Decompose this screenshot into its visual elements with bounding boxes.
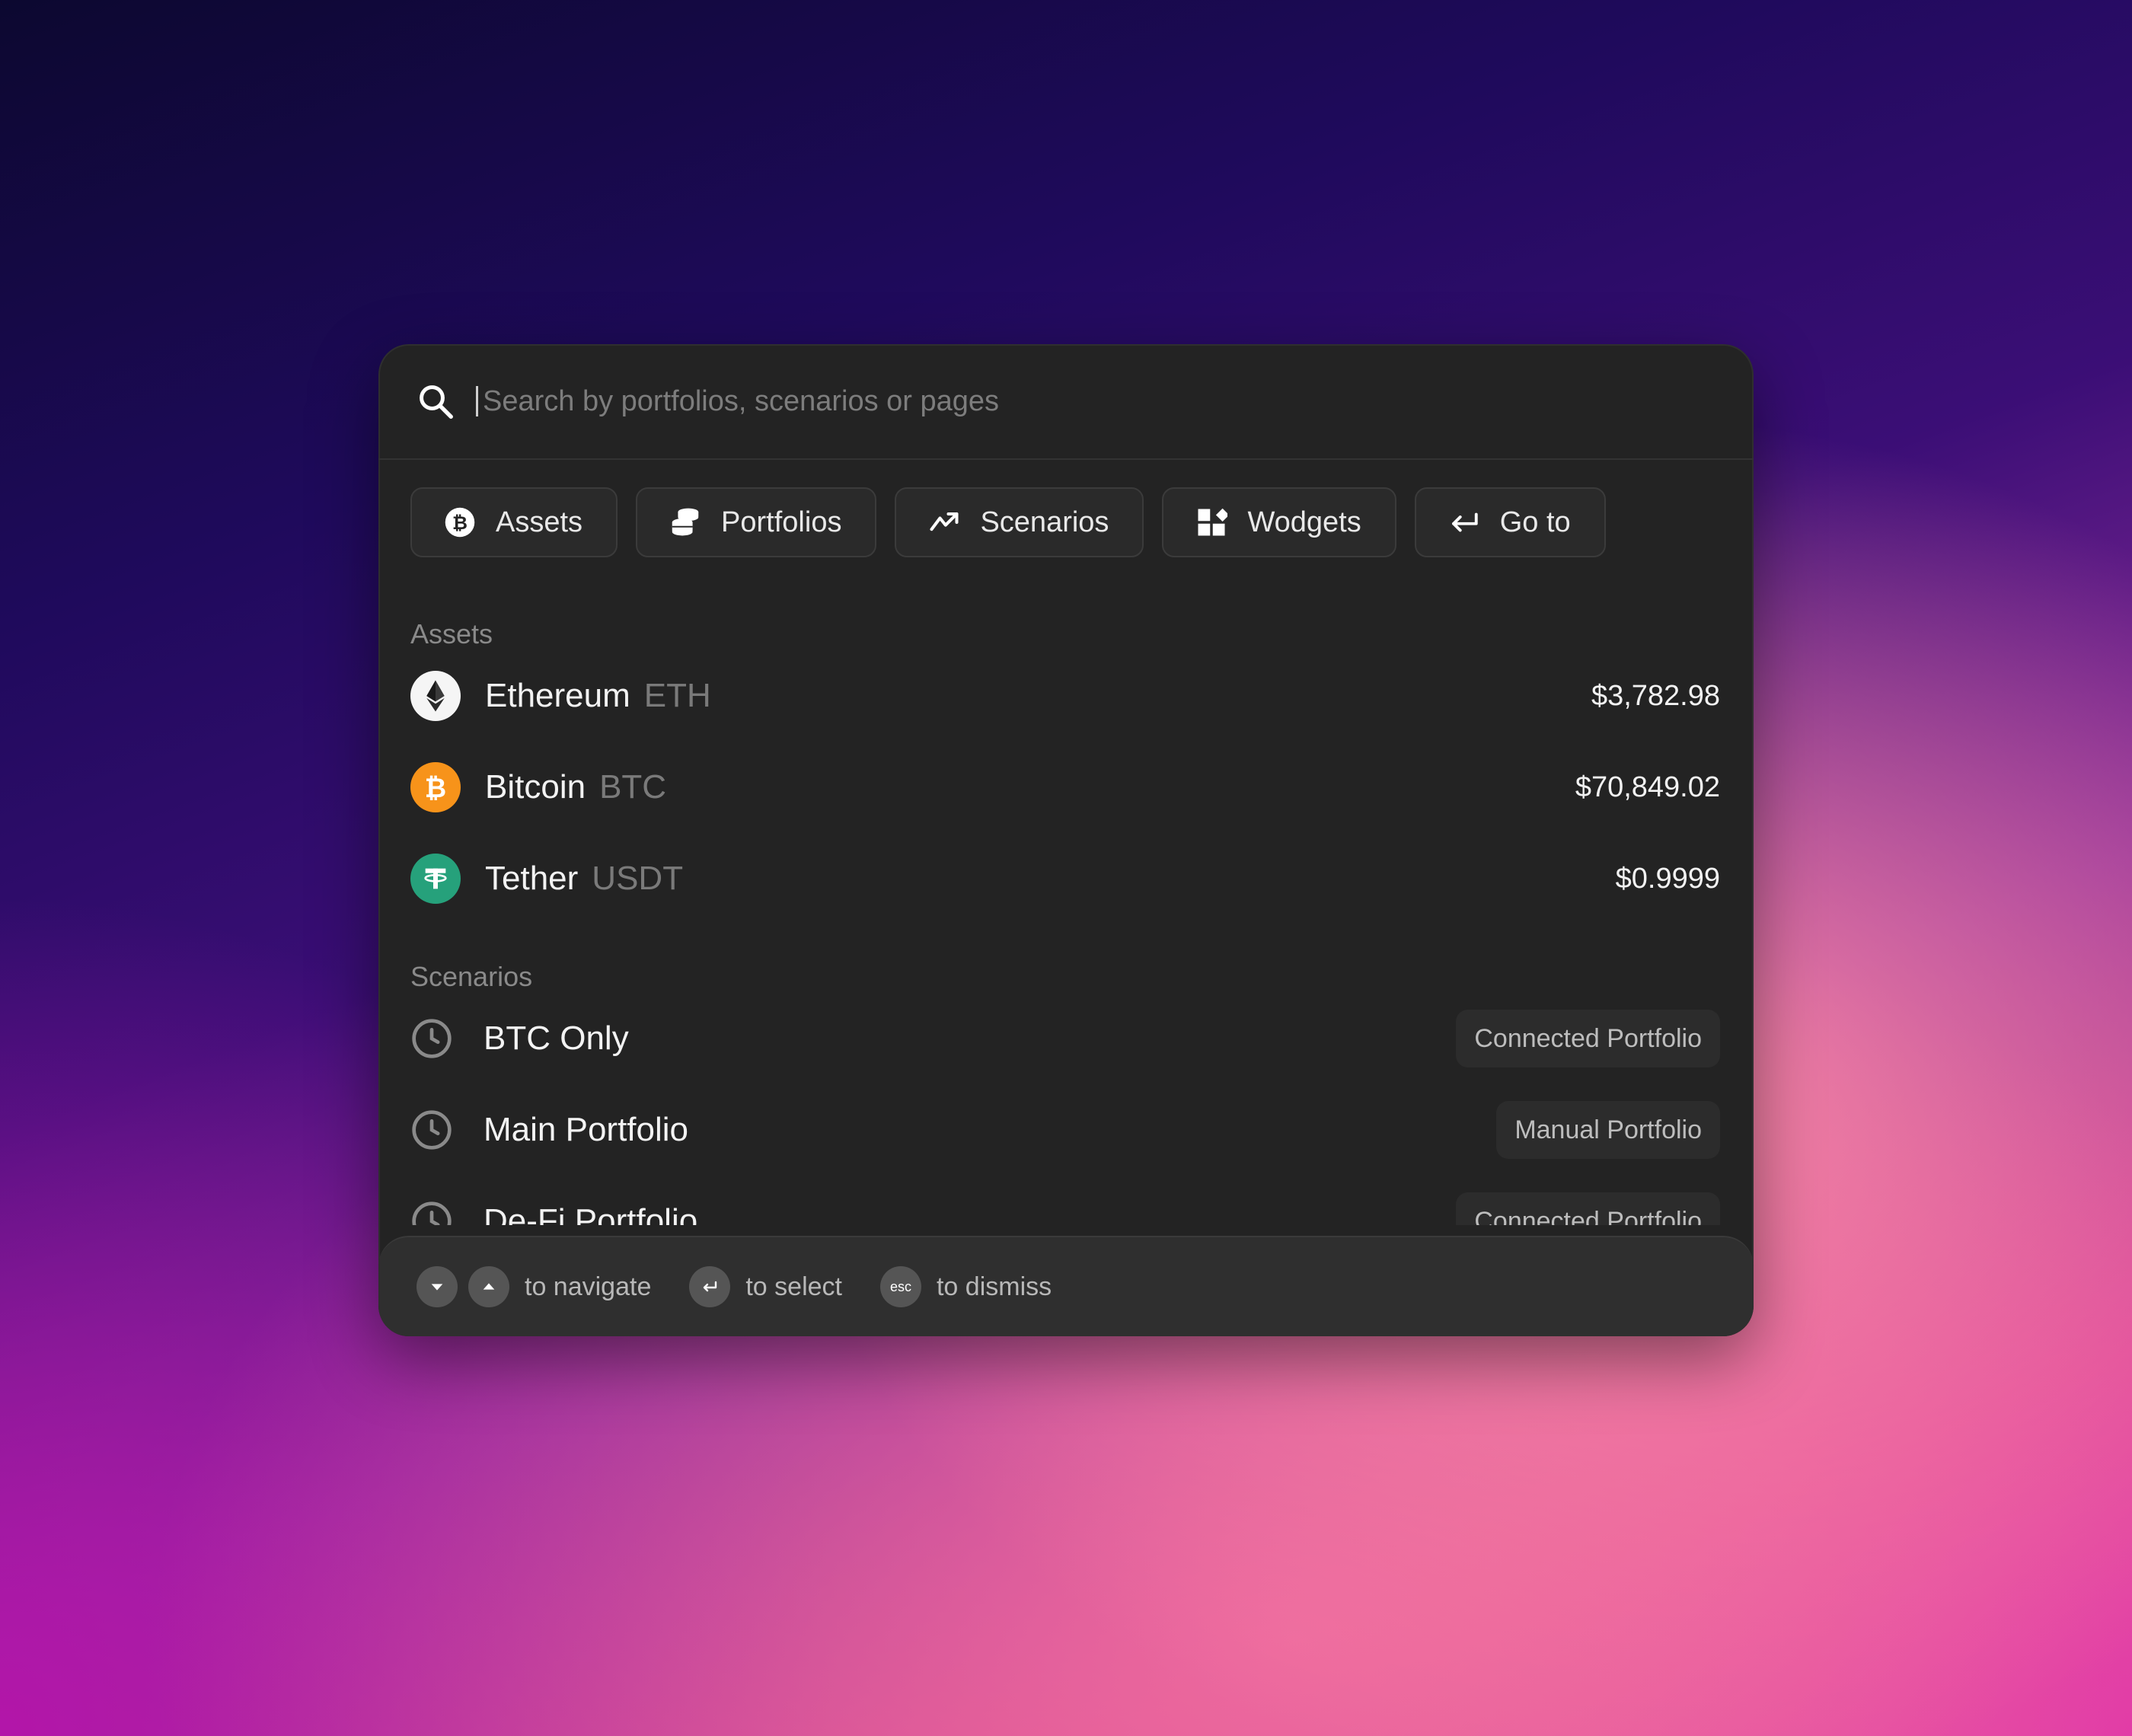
widgets-icon [1194, 505, 1229, 540]
svg-text:₿: ₿ [452, 512, 468, 534]
asset-price: $3,782.98 [1591, 679, 1720, 712]
bitcoin-icon: ₿ [410, 762, 461, 812]
search-bar [378, 344, 1754, 460]
enter-key-icon [689, 1266, 731, 1307]
ethereum-icon [410, 671, 461, 721]
portfolio-type-badge: Connected Portfolio [1456, 1010, 1720, 1067]
asset-price: $0.9999 [1615, 862, 1720, 895]
scenario-row[interactable]: BTC Only Connected Portfolio [378, 993, 1754, 1084]
scenario-name: De-Fi Portfolio [484, 1202, 698, 1225]
filter-label: Scenarios [980, 506, 1109, 538]
scenario-name: BTC Only [484, 1020, 629, 1057]
asset-name: Bitcoin [485, 768, 586, 806]
select-hint: to select [745, 1272, 842, 1301]
filter-goto-button[interactable]: Go to [1414, 487, 1606, 557]
search-icon [420, 385, 453, 419]
filter-wodgets-button[interactable]: Wodgets [1162, 487, 1396, 557]
filter-portfolios-button[interactable]: Portfolios [636, 487, 877, 557]
tether-icon [410, 854, 461, 904]
arrow-down-key-icon [417, 1266, 458, 1307]
esc-key: esc [879, 1266, 921, 1307]
scenario-row[interactable]: De-Fi Portfolio Connected Portfolio [378, 1176, 1754, 1225]
bitcoin-icon: ₿ [442, 505, 477, 540]
asset-price: $70,849.02 [1575, 771, 1720, 803]
keyboard-hints-footer: to navigate to select esc to dismiss [378, 1236, 1754, 1336]
filter-chips: ₿ Assets Portfolios Scenarios Wodgets Go… [378, 487, 1754, 557]
clock-icon [412, 1019, 452, 1058]
asset-row-ethereum[interactable]: Ethereum ETH $3,782.98 [378, 650, 1754, 742]
trend-icon [927, 505, 962, 540]
portfolio-type-badge: Manual Portfolio [1496, 1101, 1720, 1159]
filter-label: Assets [496, 506, 583, 538]
command-palette: ₿ Assets Portfolios [378, 344, 1754, 1336]
clock-icon [412, 1201, 452, 1225]
scenario-list: BTC Only Connected Portfolio Main Portfo… [378, 993, 1754, 1225]
search-input[interactable] [483, 385, 1717, 418]
asset-ticker: ETH [643, 677, 711, 714]
scenarios-section-title: Scenarios [410, 961, 533, 992]
filter-label: Portfolios [721, 506, 842, 538]
asset-name: Tether [485, 860, 579, 897]
arrow-up-key-icon [468, 1266, 509, 1307]
portfolio-type-badge: Connected Portfolio [1456, 1192, 1720, 1225]
scenario-name: Main Portfolio [484, 1111, 689, 1148]
svg-text:₿: ₿ [425, 774, 446, 804]
filter-scenarios-button[interactable]: Scenarios [895, 487, 1144, 557]
asset-row-bitcoin[interactable]: ₿ Bitcoin BTC $70,849.02 [378, 742, 1754, 833]
text-cursor [476, 386, 478, 416]
filter-label: Go to [1499, 506, 1571, 538]
return-arrow-icon [1447, 505, 1482, 540]
navigate-hint: to navigate [525, 1272, 652, 1301]
filter-label: Wodgets [1247, 506, 1361, 538]
asset-ticker: BTC [599, 768, 667, 806]
clock-icon [412, 1110, 452, 1150]
filter-assets-button[interactable]: ₿ Assets [410, 487, 618, 557]
asset-ticker: USDT [592, 860, 684, 897]
assets-section-title: Assets [410, 618, 493, 649]
asset-name: Ethereum [485, 677, 630, 714]
asset-row-tether[interactable]: Tether USDT $0.9999 [378, 833, 1754, 924]
coins-stack-icon [668, 505, 703, 540]
scenario-row[interactable]: Main Portfolio Manual Portfolio [378, 1084, 1754, 1176]
dismiss-hint: to dismiss [936, 1272, 1052, 1301]
